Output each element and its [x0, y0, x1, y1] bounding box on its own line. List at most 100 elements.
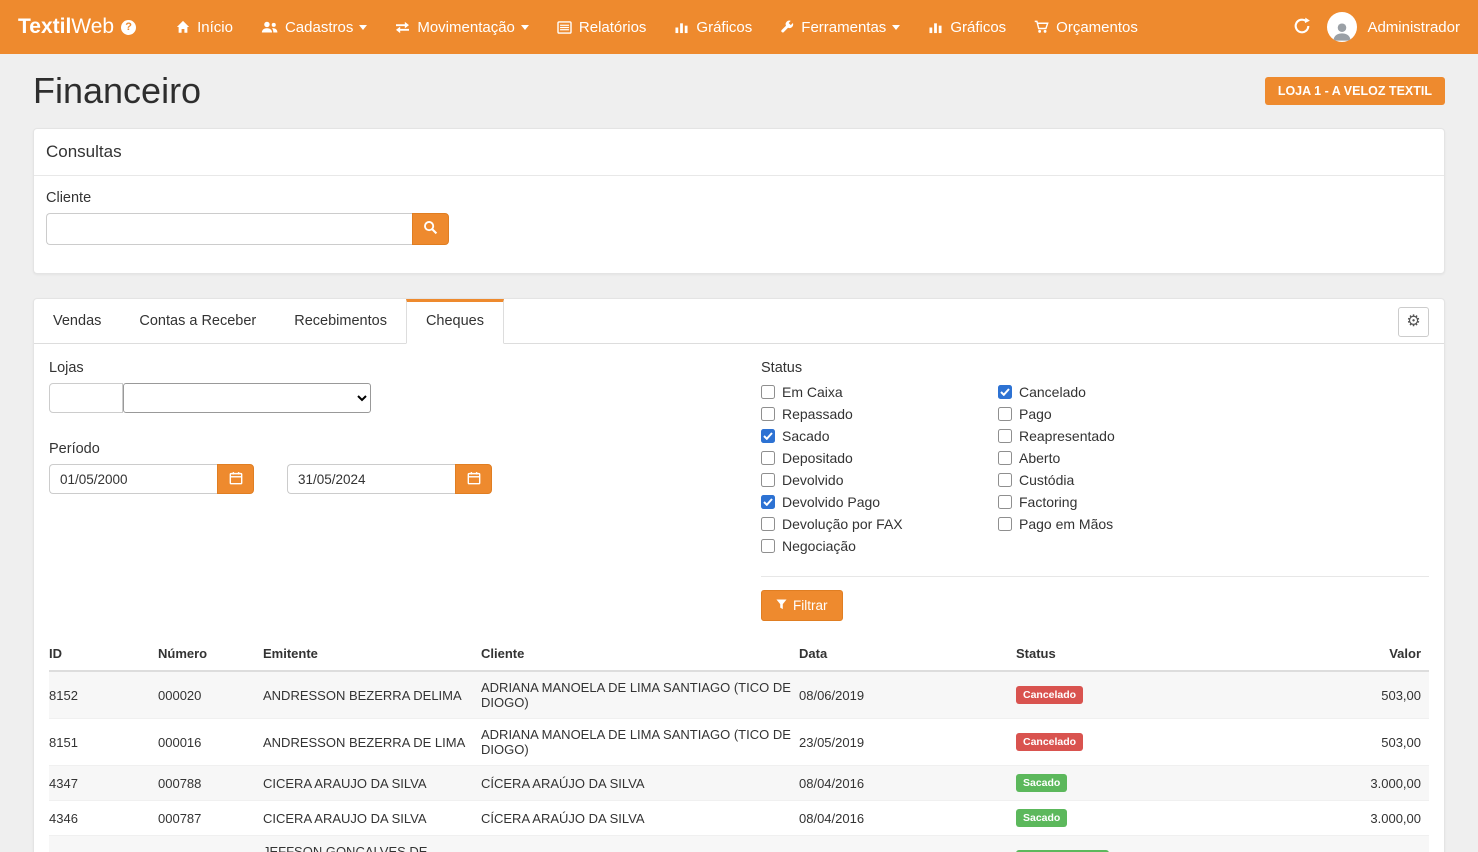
cell-status: Sacado — [1016, 766, 1266, 801]
column-header-data: Data — [799, 637, 1016, 671]
status-option-custodia[interactable]: Custódia — [998, 471, 1115, 489]
filters-right: Status Em CaixaRepassadoSacadoDepositado… — [761, 360, 1429, 621]
loja-select[interactable] — [123, 383, 371, 413]
date-to-calendar-button[interactable] — [455, 464, 492, 494]
nav-item-ferramentas[interactable]: Ferramentas — [766, 10, 914, 45]
store-button[interactable]: LOJA 1 - A VELOZ TEXTIL — [1265, 77, 1445, 105]
table-row[interactable]: 8152000020ANDRESSON BEZERRA DELIMAADRIAN… — [49, 671, 1429, 719]
status-option-pago[interactable]: Pago — [998, 405, 1115, 423]
date-from-calendar-button[interactable] — [217, 464, 254, 494]
nav-item-movimentacao[interactable]: Movimentação — [381, 10, 543, 45]
cliente-input-group — [46, 213, 1432, 245]
caret-down-icon — [521, 25, 529, 30]
date-to-group — [287, 464, 492, 494]
checkbox-pago[interactable] — [998, 407, 1012, 421]
filters-left: Lojas Período — [49, 360, 761, 621]
filtrar-button[interactable]: Filtrar — [761, 590, 843, 621]
chart-icon — [674, 21, 689, 34]
status-option-repassado[interactable]: Repassado — [761, 405, 998, 423]
checkbox-factoring[interactable] — [998, 495, 1012, 509]
checkbox-depositado[interactable] — [761, 451, 775, 465]
status-option-depositado[interactable]: Depositado — [761, 449, 998, 467]
tab-contas-a-receber[interactable]: Contas a Receber — [120, 299, 275, 344]
checkbox-devolucao-por-fax[interactable] — [761, 517, 775, 531]
user-name: Administrador — [1367, 19, 1460, 36]
table-row[interactable]: 3502800070JEFFSON GONÇALVES DE SOUZAJEFE… — [49, 836, 1429, 852]
nav-item-cadastros[interactable]: Cadastros — [247, 10, 381, 45]
nav-item-orcamentos[interactable]: Orçamentos — [1020, 10, 1152, 45]
nav-item-graficos[interactable]: Gráficos — [914, 10, 1020, 45]
tab-cheques[interactable]: Cheques — [406, 299, 504, 344]
caret-down-icon — [359, 25, 367, 30]
status-column-2: Cancelado Pago Reapresentado Aberto Custódia… — [998, 383, 1115, 559]
status-option-pago-em-maos[interactable]: Pago em Mãos — [998, 515, 1115, 533]
cell-emitente: ANDRESSON BEZERRA DE LIMA — [263, 719, 481, 766]
table-row[interactable]: 4346000787CICERA ARAUJO DA SILVACÍCERA A… — [49, 801, 1429, 836]
status-option-reapresentado[interactable]: Reapresentado — [998, 427, 1115, 445]
checkbox-sacado[interactable] — [761, 429, 775, 443]
date-to-input[interactable] — [287, 464, 455, 494]
refresh-icon — [1293, 17, 1311, 38]
cliente-search-input[interactable] — [46, 213, 412, 245]
checkbox-custodia[interactable] — [998, 473, 1012, 487]
status-option-devolvido-pago[interactable]: Devolvido Pago — [761, 493, 998, 511]
checkbox-devolvido-pago[interactable] — [761, 495, 775, 509]
cell-id: 4347 — [49, 766, 158, 801]
navbar-right: Administrador — [1293, 12, 1460, 42]
status-option-negociacao[interactable]: Negociação — [761, 537, 998, 555]
wrench-icon — [780, 20, 794, 34]
status-option-label: Pago — [1019, 406, 1052, 422]
tab-recebimentos[interactable]: Recebimentos — [275, 299, 406, 344]
nav-item-inicio[interactable]: Início — [162, 10, 247, 45]
calendar-icon — [467, 471, 481, 488]
help-icon[interactable]: ? — [121, 20, 136, 35]
cell-valor: 2.381,00 — [1266, 836, 1429, 852]
cart-icon — [1034, 20, 1049, 34]
tab-vendas[interactable]: Vendas — [34, 299, 120, 344]
table-row[interactable]: 8151000016ANDRESSON BEZERRA DE LIMAADRIA… — [49, 719, 1429, 766]
checkbox-pago-em-maos[interactable] — [998, 517, 1012, 531]
cliente-search-button[interactable] — [412, 213, 449, 245]
cell-cliente: CÍCERA ARAÚJO DA SILVA — [481, 766, 799, 801]
cell-status: Sacado — [1016, 801, 1266, 836]
checkbox-aberto[interactable] — [998, 451, 1012, 465]
cell-status: Cancelado — [1016, 671, 1266, 719]
checkbox-em-caixa[interactable] — [761, 385, 775, 399]
column-header-numero: Número — [158, 637, 263, 671]
checkbox-negociacao[interactable] — [761, 539, 775, 553]
column-header-cliente: Cliente — [481, 637, 799, 671]
status-option-devolucao-por-fax[interactable]: Devolução por FAX — [761, 515, 998, 533]
filter-divider — [761, 576, 1429, 577]
status-option-aberto[interactable]: Aberto — [998, 449, 1115, 467]
cell-data: 28/09/2015 — [799, 836, 1016, 852]
brand-web: Web — [71, 15, 114, 39]
cell-numero: 000020 — [158, 671, 263, 719]
checkbox-devolvido[interactable] — [761, 473, 775, 487]
status-option-cancelado[interactable]: Cancelado — [998, 383, 1115, 401]
cell-cliente: ADRIANA MANOELA DE LIMA SANTIAGO (TICO D… — [481, 671, 799, 719]
nav-item-relatorios[interactable]: Relatórios — [543, 10, 661, 45]
status-option-sacado[interactable]: Sacado — [761, 427, 998, 445]
checkbox-reapresentado[interactable] — [998, 429, 1012, 443]
loja-code-input[interactable] — [49, 383, 123, 413]
status-option-em-caixa[interactable]: Em Caixa — [761, 383, 998, 401]
cell-status: Devolvido Pago — [1016, 836, 1266, 852]
cell-cliente: ADRIANA MANOELA DE LIMA SANTIAGO (TICO D… — [481, 719, 799, 766]
status-badge: Cancelado — [1016, 686, 1083, 704]
refresh-button[interactable] — [1293, 17, 1311, 38]
cliente-label: Cliente — [46, 190, 1432, 206]
cell-data: 08/04/2016 — [799, 766, 1016, 801]
checkbox-cancelado[interactable] — [998, 385, 1012, 399]
table-row[interactable]: 4347000788CICERA ARAUJO DA SILVACÍCERA A… — [49, 766, 1429, 801]
users-icon — [261, 20, 278, 34]
tab-bar: VendasContas a ReceberRecebimentosCheque… — [34, 299, 1444, 344]
date-from-input[interactable] — [49, 464, 217, 494]
settings-button[interactable]: ⚙ — [1398, 307, 1429, 337]
nav-item-label: Ferramentas — [801, 19, 886, 36]
status-option-devolvido[interactable]: Devolvido — [761, 471, 998, 489]
nav-item-graficos[interactable]: Gráficos — [660, 10, 766, 45]
checkbox-repassado[interactable] — [761, 407, 775, 421]
brand-logo[interactable]: TextilWeb ? — [18, 15, 136, 39]
user-menu[interactable]: Administrador — [1327, 12, 1460, 42]
status-option-factoring[interactable]: Factoring — [998, 493, 1115, 511]
